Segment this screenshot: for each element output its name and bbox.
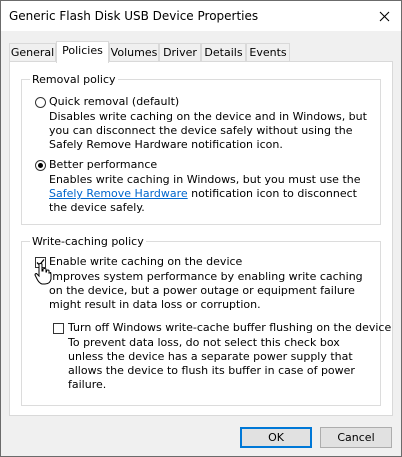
quick-removal-description: Disables write caching on the device and… xyxy=(49,110,367,151)
write-caching-legend: Write-caching policy xyxy=(30,235,146,248)
better-performance-label[interactable]: Better performance xyxy=(49,158,157,171)
close-icon xyxy=(379,11,389,21)
title-bar: Generic Flash Disk USB Device Properties xyxy=(1,1,401,31)
removal-policy-group: Removal policy Quick removal (default) D… xyxy=(21,73,381,225)
ok-button[interactable]: OK xyxy=(240,427,312,448)
tab-policies[interactable]: Policies xyxy=(56,41,109,63)
better-performance-radio[interactable] xyxy=(35,160,46,171)
better-performance-desc-text: Enables write caching in Windows, but yo… xyxy=(49,173,361,186)
properties-dialog: Generic Flash Disk USB Device Properties… xyxy=(0,0,402,457)
quick-removal-label[interactable]: Quick removal (default) xyxy=(49,95,179,108)
close-button[interactable] xyxy=(367,1,401,31)
tab-volumes[interactable]: Volumes xyxy=(109,43,159,61)
turn-off-buffer-flushing-label[interactable]: Turn off Windows write-cache buffer flus… xyxy=(68,321,391,334)
enable-write-caching-label[interactable]: Enable write caching on the device xyxy=(49,255,242,268)
enable-write-caching-description: Improves system performance by enabling … xyxy=(49,270,363,311)
tab-driver[interactable]: Driver xyxy=(159,43,201,61)
hand-cursor-icon xyxy=(34,263,52,285)
turn-off-buffer-flushing-description: To prevent data loss, do not select this… xyxy=(68,336,355,391)
window-title: Generic Flash Disk USB Device Properties xyxy=(9,9,259,23)
tab-events[interactable]: Events xyxy=(246,43,290,61)
tab-strip: General Policies Volumes Driver Details … xyxy=(9,41,393,63)
write-caching-group: Write-caching policy Enable write cachin… xyxy=(21,235,391,406)
safely-remove-hardware-link[interactable]: Safely Remove Hardware xyxy=(49,187,188,200)
tab-details[interactable]: Details xyxy=(201,43,246,61)
policies-panel: Removal policy Quick removal (default) D… xyxy=(9,61,393,416)
removal-policy-legend: Removal policy xyxy=(30,73,118,86)
turn-off-buffer-flushing-checkbox[interactable] xyxy=(53,323,64,334)
quick-removal-radio[interactable] xyxy=(35,97,46,108)
cancel-button[interactable]: Cancel xyxy=(320,427,392,448)
better-performance-description: Enables write caching in Windows, but yo… xyxy=(49,173,371,215)
tab-general[interactable]: General xyxy=(9,43,56,61)
